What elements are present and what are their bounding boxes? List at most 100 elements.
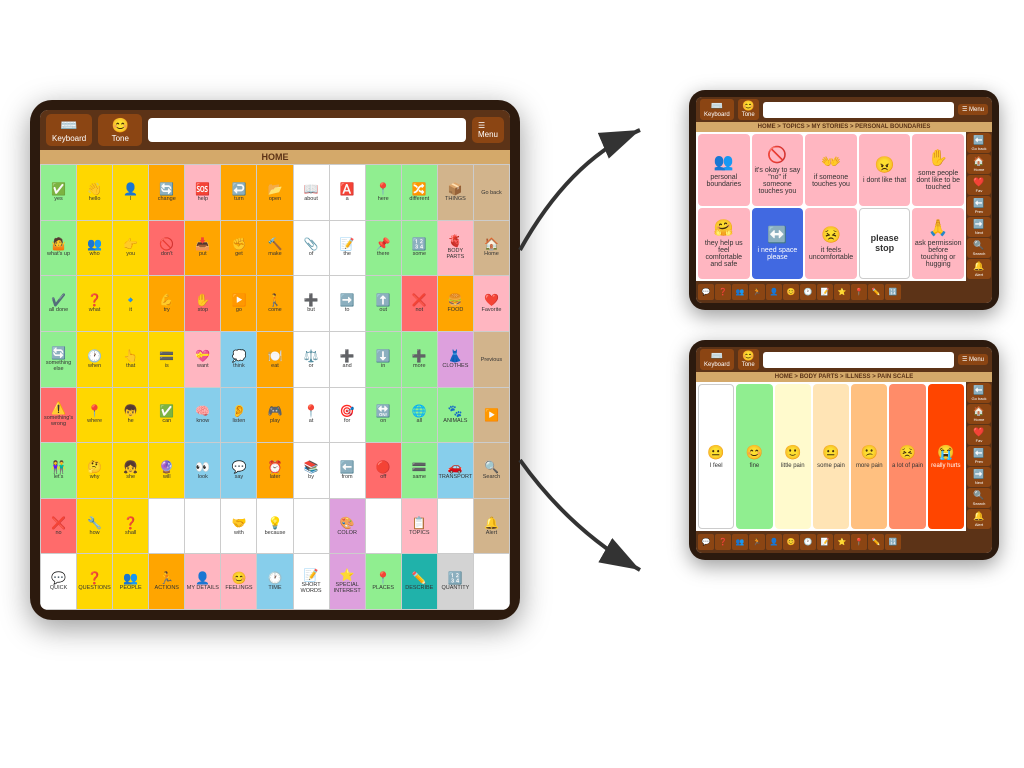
cell-when[interactable]: 🕐when — [77, 332, 112, 387]
rt-b-goback-btn[interactable]: ⬅️Go back — [967, 383, 991, 403]
rt-bot-special[interactable]: ⭐ — [834, 284, 850, 300]
cell-yes[interactable]: ✅yes — [41, 165, 76, 220]
cell-in[interactable]: ⬇️in — [366, 332, 401, 387]
cell-can[interactable]: ✅can — [149, 388, 184, 443]
cell-places[interactable]: 📍PLACES — [366, 554, 401, 609]
cell-next1[interactable]: ▶️ — [474, 388, 509, 443]
rt-b-bot-details[interactable]: 👤 — [766, 534, 782, 550]
text-display-bar[interactable] — [148, 118, 466, 142]
pain-ifeel[interactable]: 😐 I feel — [698, 384, 734, 529]
rt-keyboard-btn[interactable]: ⌨️ Keyboard — [700, 99, 734, 120]
cell-animals[interactable]: 🐾ANIMALS — [438, 388, 473, 443]
pb-need-space[interactable]: ↔️ i need space please — [752, 208, 804, 280]
menu-button[interactable]: ☰ Menu — [472, 117, 504, 143]
cell-transport[interactable]: 🚗TRANSPORT — [438, 443, 473, 498]
pain-some[interactable]: 😐 some pain — [813, 384, 849, 529]
cell-same[interactable]: 🟰same — [402, 443, 437, 498]
rt-b-alert-btn[interactable]: 🔔Alert — [967, 509, 991, 529]
cell-look[interactable]: 👀look — [185, 443, 220, 498]
cell-alldone[interactable]: ✔️all done — [41, 276, 76, 331]
pb-dont-like[interactable]: 😠 i dont like that — [859, 134, 911, 206]
cell-play[interactable]: 🎮play — [257, 388, 292, 443]
rt-b-keyboard-btn[interactable]: ⌨️ Keyboard — [700, 349, 734, 370]
cell-somethingwrong[interactable]: ⚠️something's wrong — [41, 388, 76, 443]
cell-listen[interactable]: 👂listen — [221, 388, 256, 443]
rt-b-bot-actions[interactable]: 🏃 — [749, 534, 765, 550]
pb-some-people[interactable]: ✋ some people dont like to be touched — [912, 134, 964, 206]
cell-or[interactable]: ⚖️or — [294, 332, 329, 387]
cell-shall[interactable]: ❓shall — [113, 499, 148, 554]
cell-will[interactable]: 🔮will — [149, 443, 184, 498]
cell-try[interactable]: 💪try — [149, 276, 184, 331]
cell-no[interactable]: ❌no — [41, 499, 76, 554]
cell-help[interactable]: 🆘help — [185, 165, 220, 220]
cell-i[interactable]: 👤I — [113, 165, 148, 220]
pain-alot[interactable]: 😣 a lot of pain — [889, 384, 925, 529]
cell-she[interactable]: 👧she — [113, 443, 148, 498]
rt-b-bot-feelings[interactable]: 😊 — [783, 534, 799, 550]
rt-b-bot-quantity[interactable]: 🔢 — [885, 534, 901, 550]
cell-a[interactable]: 🅰️a — [330, 165, 365, 220]
pain-fine[interactable]: 😊 fine — [736, 384, 772, 529]
rt-bot-feelings[interactable]: 😊 — [783, 284, 799, 300]
rt-alert-btn[interactable]: 🔔Alert — [967, 259, 991, 279]
cell-different[interactable]: 🔀different — [402, 165, 437, 220]
cell-get[interactable]: ✊get — [221, 221, 256, 276]
rt-b-home-btn[interactable]: 🏠Home — [967, 404, 991, 424]
rt-bot-describe[interactable]: ✏️ — [868, 284, 884, 300]
cell-food[interactable]: 🍔FOOD — [438, 276, 473, 331]
rt-bot-quantity[interactable]: 🔢 — [885, 284, 901, 300]
cell-with[interactable]: 🤝with — [221, 499, 256, 554]
cell-you[interactable]: 👉you — [113, 221, 148, 276]
cell-stop[interactable]: ✋stop — [185, 276, 220, 331]
rt-bot-actions[interactable]: 🏃 — [749, 284, 765, 300]
pain-little[interactable]: 🙂 little pain — [775, 384, 811, 529]
cell-at[interactable]: 📍at — [294, 388, 329, 443]
rt-bot-q[interactable]: ❓ — [715, 284, 731, 300]
cell-is[interactable]: 🟰is — [149, 332, 184, 387]
cell-come[interactable]: 🚶come — [257, 276, 292, 331]
cell-not[interactable]: ❌not — [402, 276, 437, 331]
cell-think[interactable]: 💭think — [221, 332, 256, 387]
cell-lets[interactable]: 👫let's — [41, 443, 76, 498]
rt-b-bot-quick[interactable]: 💬 — [698, 534, 714, 550]
rt-b-bot-places[interactable]: 📍 — [851, 534, 867, 550]
cell-make[interactable]: 🔨make — [257, 221, 292, 276]
cell-describe[interactable]: ✏️DESCRIBE — [402, 554, 437, 609]
cell-about[interactable]: 📖about — [294, 165, 329, 220]
cell-off[interactable]: 🔴off — [366, 443, 401, 498]
cell-goback1[interactable]: Go back — [474, 165, 509, 220]
tone-button[interactable]: 😊 Tone — [98, 114, 142, 146]
cell-and[interactable]: ➕and — [330, 332, 365, 387]
rt-text-bar[interactable] — [763, 102, 954, 118]
cell-to[interactable]: ➡️to — [330, 276, 365, 331]
cell-want[interactable]: 💝want — [185, 332, 220, 387]
cell-whatsup[interactable]: 🤷what's up — [41, 221, 76, 276]
cell-actions[interactable]: 🏃ACTIONS — [149, 554, 184, 609]
cell-more[interactable]: ➕more — [402, 332, 437, 387]
cell-home1[interactable]: 🏠Home — [474, 221, 509, 276]
cell-go[interactable]: ▶️go — [221, 276, 256, 331]
rt-b-menu-btn[interactable]: ☰ Menu — [958, 354, 988, 365]
cell-mydetails[interactable]: 👤MY DETAILS — [185, 554, 220, 609]
cell-here[interactable]: 📍here — [366, 165, 401, 220]
rt-bot-people[interactable]: 👥 — [732, 284, 748, 300]
cell-change[interactable]: 🔄change — [149, 165, 184, 220]
cell-later[interactable]: ⏰later — [257, 443, 292, 498]
rt-bot-time[interactable]: 🕐 — [800, 284, 816, 300]
rt-b-search-btn[interactable]: 🔍Search — [967, 488, 991, 508]
cell-open[interactable]: 📂open — [257, 165, 292, 220]
cell-questions[interactable]: ❓QUESTIONS — [77, 554, 112, 609]
cell-put[interactable]: 📥put — [185, 221, 220, 276]
rt-b-bot-time[interactable]: 🕐 — [800, 534, 816, 550]
rt-b-bot-words[interactable]: 📝 — [817, 534, 833, 550]
cell-bodyparts[interactable]: 🫀BODY PARTS — [438, 221, 473, 276]
cell-what[interactable]: ❓what — [77, 276, 112, 331]
rt-prev-btn[interactable]: ⬅️Prev — [967, 196, 991, 216]
cell-that[interactable]: 👆that — [113, 332, 148, 387]
rt-b-tone-btn[interactable]: 😊 Tone — [738, 349, 759, 370]
cell-say[interactable]: 💬say — [221, 443, 256, 498]
cell-quantity[interactable]: 🔢QUANTITY — [438, 554, 473, 609]
keyboard-button[interactable]: ⌨️ Keyboard — [46, 114, 92, 146]
cell-of[interactable]: 📎of — [294, 221, 329, 276]
